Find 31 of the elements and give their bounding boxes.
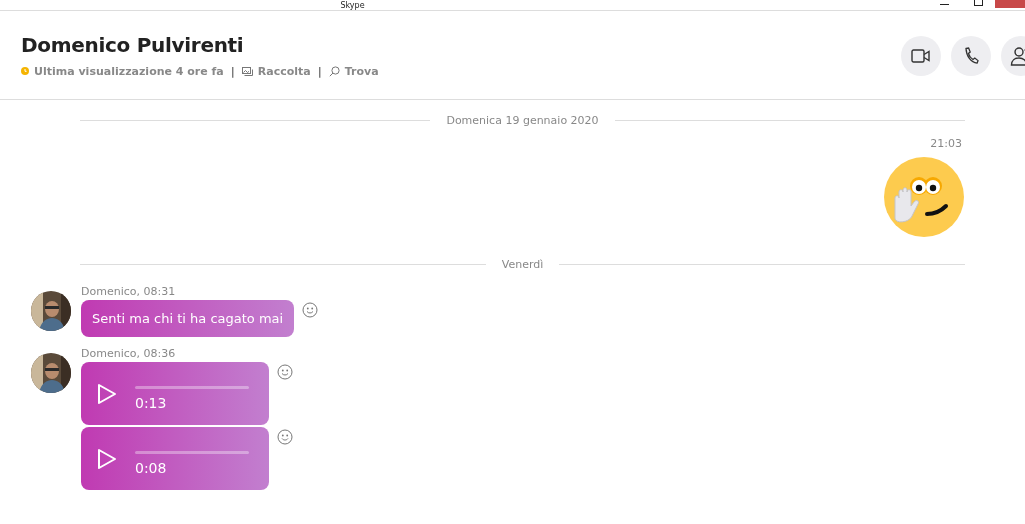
message-bubble: Senti ma chi ti ha cagato mai bbox=[81, 300, 295, 337]
clock-icon bbox=[21, 67, 29, 75]
audio-progress-track[interactable] bbox=[135, 451, 249, 454]
date-divider-label: Venerdì bbox=[501, 258, 544, 271]
contact-name: Domenico Pulvirenti bbox=[21, 32, 245, 57]
window-title: Skype bbox=[340, 0, 365, 10]
header-link[interactable]: Trova bbox=[328, 64, 379, 78]
message-time: 21:03 bbox=[930, 137, 962, 150]
sender-and-time: Domenico, 08:36 bbox=[81, 347, 177, 360]
play-icon[interactable] bbox=[97, 382, 117, 405]
sender-and-time: Domenico, 08:31 bbox=[81, 285, 177, 298]
video-button[interactable] bbox=[901, 36, 941, 76]
waving-emoticon-icon[interactable] bbox=[883, 156, 965, 238]
audio-duration: 0:08 bbox=[135, 460, 168, 476]
play-icon[interactable] bbox=[97, 447, 117, 470]
smiley-icon[interactable] bbox=[277, 429, 293, 445]
audio-duration: 0:13 bbox=[135, 395, 168, 411]
video-camera-icon bbox=[911, 49, 931, 63]
last-seen-status: Ultima visualizzazione 4 ore fa bbox=[34, 64, 224, 78]
separator: | bbox=[230, 64, 235, 78]
date-divider-label: Domenica 19 gennaio 2020 bbox=[446, 114, 599, 127]
smiley-icon[interactable] bbox=[302, 302, 319, 318]
phone-icon bbox=[963, 47, 979, 65]
gallery-icon bbox=[241, 66, 253, 76]
maximize-button[interactable] bbox=[973, 0, 983, 6]
separator: | bbox=[317, 64, 322, 78]
search-icon bbox=[328, 65, 340, 77]
call-button[interactable] bbox=[951, 36, 991, 76]
audio-progress-track[interactable] bbox=[135, 386, 249, 389]
smiley-icon[interactable] bbox=[277, 364, 293, 380]
header-link[interactable]: Raccolta bbox=[241, 64, 311, 78]
